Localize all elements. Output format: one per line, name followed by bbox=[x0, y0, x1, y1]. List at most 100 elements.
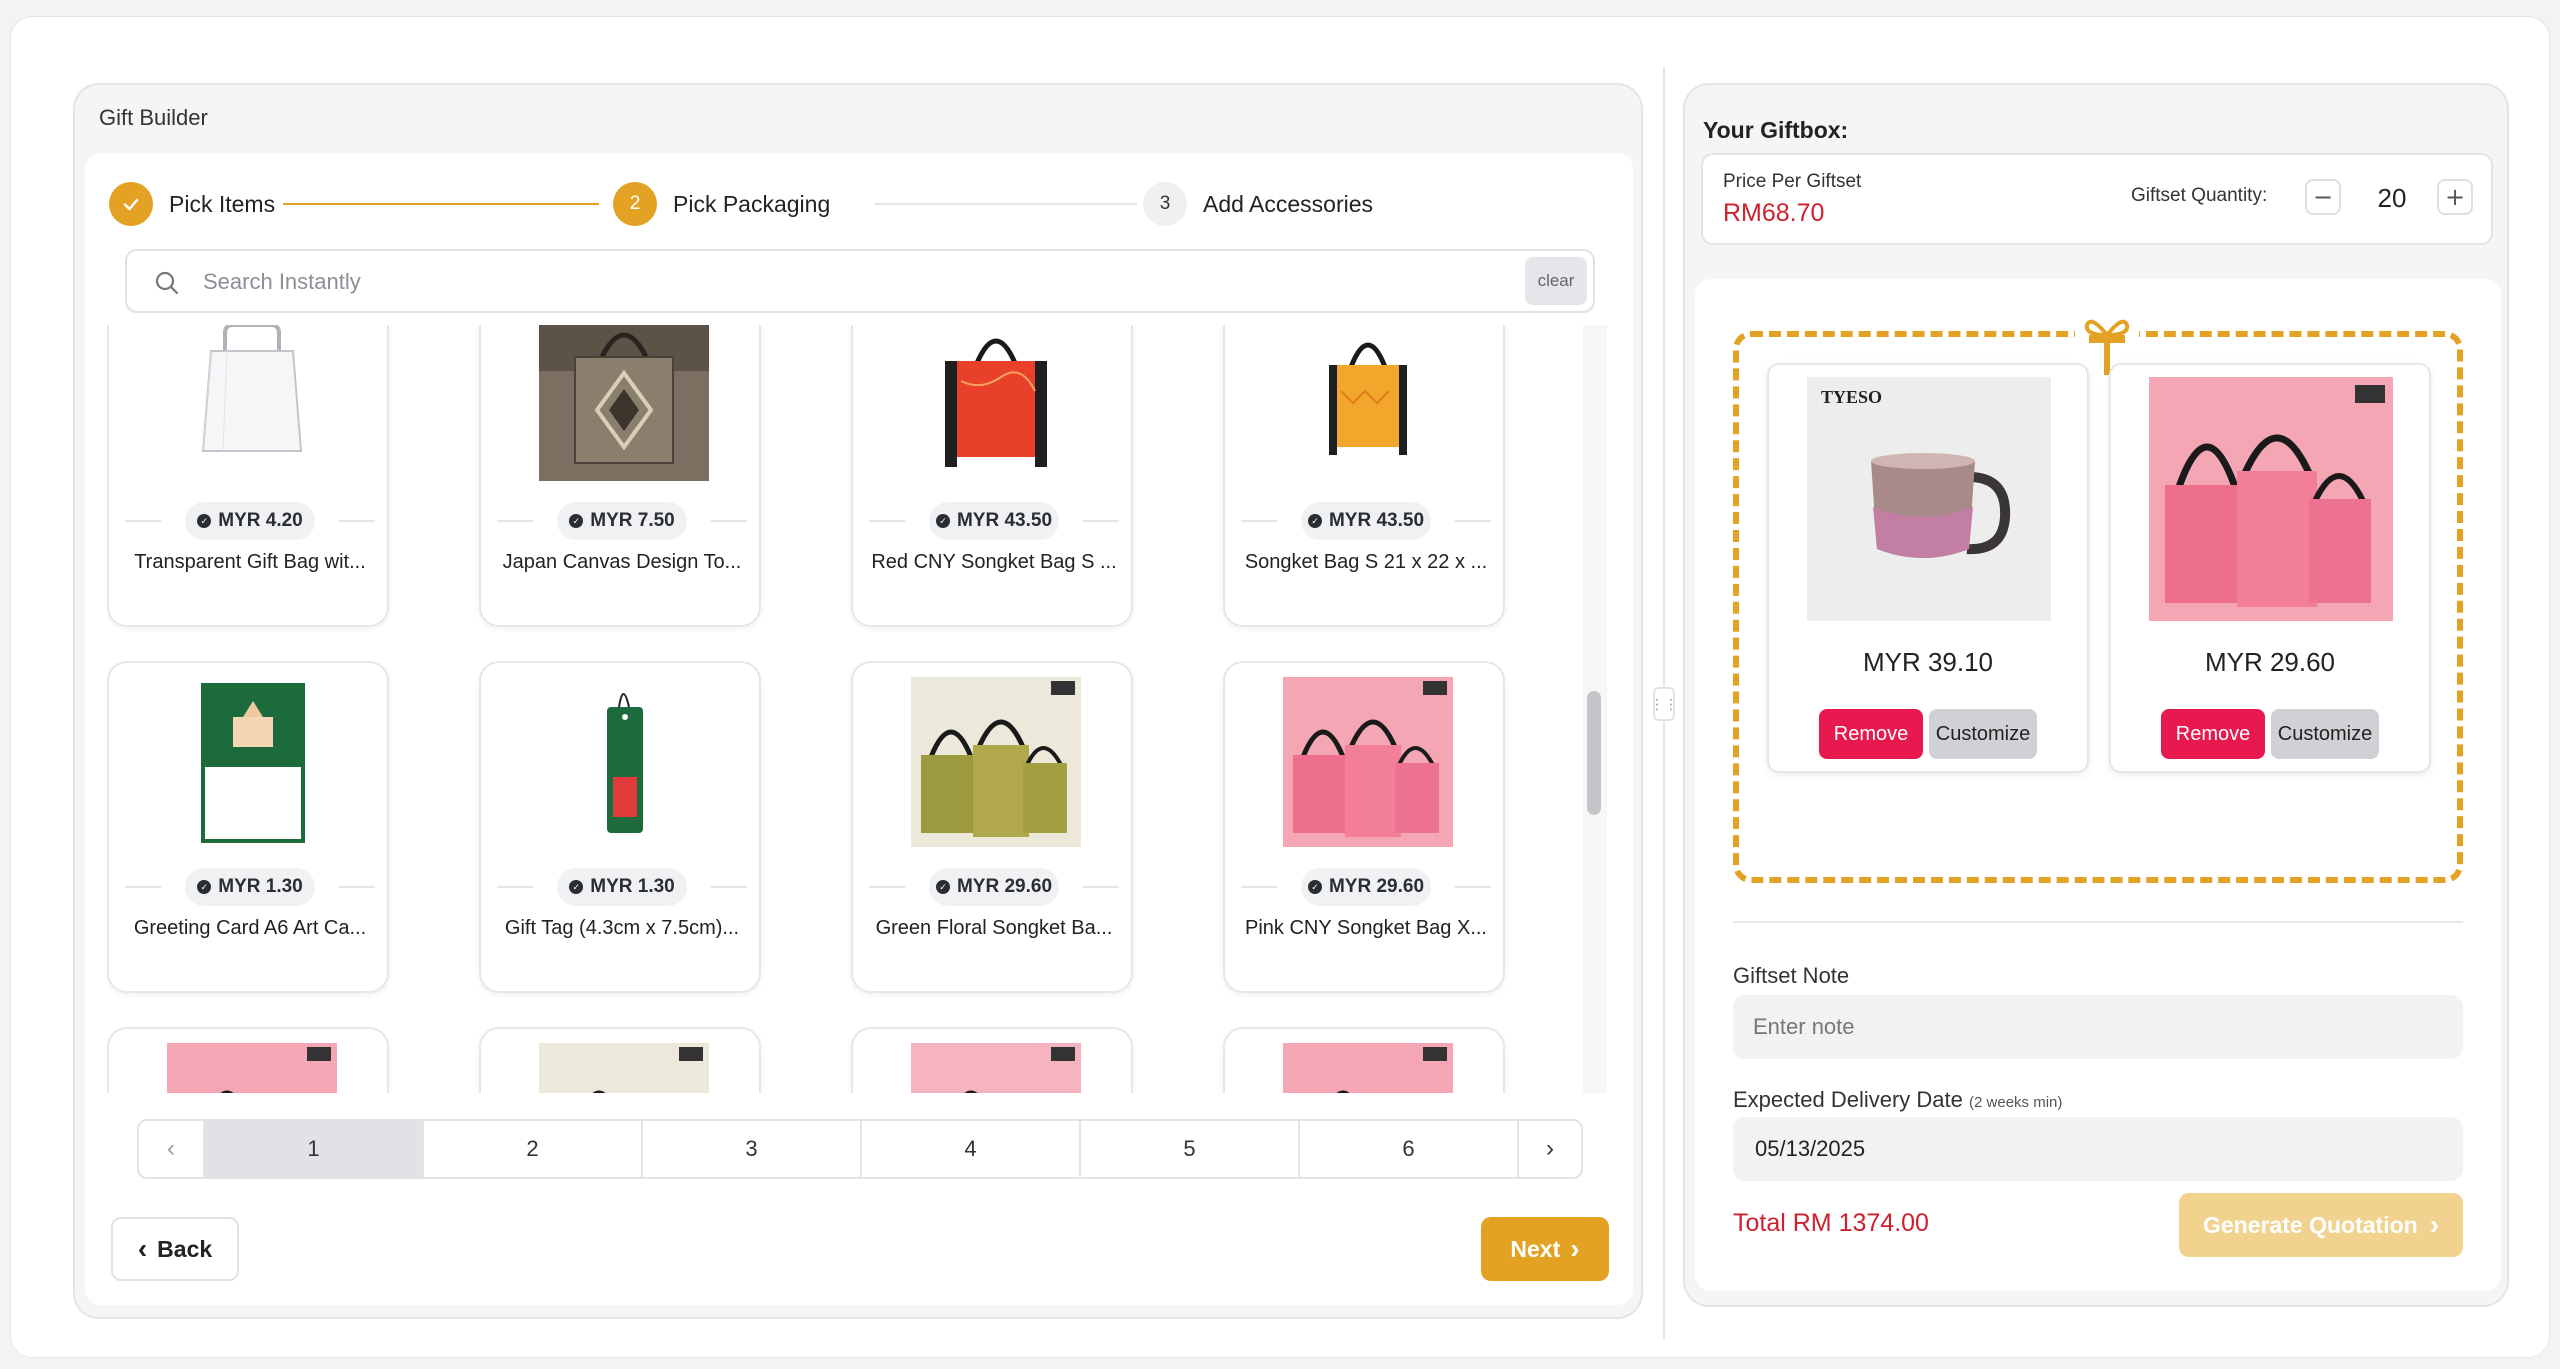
grid-scrollbar[interactable] bbox=[1583, 325, 1607, 1093]
product-card[interactable] bbox=[479, 1027, 761, 1093]
price-badge: ✓ MYR 29.60 bbox=[929, 868, 1059, 906]
price-row: ✓ MYR 1.30 bbox=[125, 868, 375, 906]
page-5[interactable]: 5 bbox=[1079, 1121, 1298, 1177]
generate-quotation-button[interactable]: Generate Quotation › bbox=[2179, 1193, 2463, 1257]
chevron-left-icon: ‹ bbox=[167, 1135, 175, 1162]
product-grid: ✓ MYR 4.20 Transparent Gift Bag wit... ✓… bbox=[107, 325, 1619, 1093]
item-price: MYR 39.10 bbox=[1862, 647, 1994, 677]
verified-icon: ✓ bbox=[1307, 880, 1322, 894]
price-per-giftset-label: Price Per Giftset bbox=[1723, 171, 1862, 192]
search-icon bbox=[155, 271, 179, 295]
prev-page-button[interactable]: ‹ bbox=[139, 1121, 203, 1177]
page-2[interactable]: 2 bbox=[422, 1121, 641, 1177]
step-label: Add Accessories bbox=[1203, 190, 1374, 217]
next-button[interactable]: Next › bbox=[1481, 1217, 1609, 1281]
verified-icon: ✓ bbox=[197, 514, 212, 528]
step-add-accessories[interactable]: 3 Add Accessories bbox=[1143, 181, 1373, 227]
resize-handle-icon[interactable]: ⋮⋮ bbox=[1650, 687, 1678, 721]
price-row: ✓ MYR 43.50 bbox=[869, 502, 1119, 540]
price-badge: ✓ MYR 1.30 bbox=[185, 868, 315, 906]
chevron-right-icon: › bbox=[1546, 1135, 1554, 1162]
giftset-quantity-label: Giftset Quantity: bbox=[2131, 185, 2268, 206]
back-label: Back bbox=[157, 1235, 213, 1262]
increase-quantity-button[interactable]: + bbox=[2437, 179, 2473, 215]
delivery-date-input[interactable] bbox=[1733, 1117, 2463, 1181]
generate-quotation-label: Generate Quotation bbox=[2202, 1211, 2418, 1238]
back-button[interactable]: ‹ Back bbox=[111, 1217, 239, 1281]
app-window: Gift Builder Pick Items 2 Pick Packaging bbox=[10, 16, 2550, 1358]
product-name: Greeting Card A6 Art Ca... bbox=[133, 917, 367, 939]
decrease-quantity-button[interactable]: − bbox=[2305, 179, 2341, 215]
product-name: Red CNY Songket Bag S ... bbox=[871, 551, 1117, 573]
price-row: ✓ MYR 7.50 bbox=[497, 502, 747, 540]
pagination: ‹ 1 2 3 4 5 6 › bbox=[137, 1119, 1583, 1179]
price-per-giftset-value: RM68.70 bbox=[1723, 199, 1825, 227]
search-input[interactable] bbox=[203, 263, 1503, 301]
page-4[interactable]: 4 bbox=[860, 1121, 1079, 1177]
verified-icon: ✓ bbox=[935, 514, 950, 528]
product-card[interactable]: ✓ MYR 1.30 Gift Tag (4.3cm x 7.5cm)... bbox=[479, 661, 761, 993]
step-pick-items[interactable]: Pick Items bbox=[109, 181, 275, 227]
delivery-date-label: Expected Delivery Date (2 weeks min) bbox=[1733, 1087, 2063, 1112]
page-6[interactable]: 6 bbox=[1298, 1121, 1517, 1177]
giftbox-panel: Your Giftbox: Price Per Giftset RM68.70 … bbox=[1683, 83, 2509, 1307]
product-card[interactable]: ✓ MYR 29.60 Green Floral Songket Ba... bbox=[851, 661, 1133, 993]
remove-button[interactable]: Remove bbox=[2161, 709, 2265, 759]
next-label: Next bbox=[1510, 1235, 1561, 1262]
pink-songket-bag-image bbox=[1283, 677, 1453, 847]
product-name: Green Floral Songket Ba... bbox=[875, 917, 1113, 939]
pink-bag-image bbox=[1283, 1043, 1453, 1093]
product-card[interactable] bbox=[1223, 1027, 1505, 1093]
product-card[interactable]: ✓ MYR 43.50 Red CNY Songket Bag S ... bbox=[851, 325, 1133, 627]
giftset-quantity-value[interactable]: 20 bbox=[2367, 183, 2417, 214]
giftbox-item: TYESO MYR 39.10 Remove Customize bbox=[1767, 363, 2089, 773]
brand-logo: TYESO bbox=[1821, 387, 1882, 407]
gift-builder-panel: Gift Builder Pick Items 2 Pick Packaging bbox=[73, 83, 1643, 1319]
giftset-note-input[interactable] bbox=[1733, 995, 2463, 1059]
product-name: Songket Bag S 21 x 22 x ... bbox=[1244, 551, 1488, 573]
clear-button[interactable]: clear bbox=[1525, 257, 1587, 305]
product-card[interactable] bbox=[851, 1027, 1133, 1093]
step-pick-packaging[interactable]: 2 Pick Packaging bbox=[613, 181, 830, 227]
product-card[interactable]: ✓ MYR 29.60 Pink CNY Songket Bag X... bbox=[1223, 661, 1505, 993]
step-number: 3 bbox=[1143, 182, 1187, 226]
next-page-button[interactable]: › bbox=[1517, 1121, 1581, 1177]
price-row: ✓ MYR 1.30 bbox=[497, 868, 747, 906]
price-badge: ✓ MYR 29.60 bbox=[1301, 868, 1431, 906]
verified-icon: ✓ bbox=[1307, 514, 1322, 528]
giftbox-title: Your Giftbox: bbox=[1703, 117, 1849, 143]
product-card[interactable]: ✓ MYR 43.50 Songket Bag S 21 x 22 x ... bbox=[1223, 325, 1505, 627]
scroll-thumb[interactable] bbox=[1587, 691, 1601, 815]
giftbox-dropzone[interactable]: TYESO MYR 39.10 Remove Customize MYR 29.… bbox=[1733, 311, 2463, 883]
price-badge: ✓ MYR 43.50 bbox=[1301, 502, 1431, 540]
plus-icon: + bbox=[2444, 183, 2466, 211]
builder-content: Pick Items 2 Pick Packaging 3 Add Access… bbox=[85, 153, 1633, 1305]
giftset-note-label: Giftset Note bbox=[1733, 963, 1850, 988]
verified-icon: ✓ bbox=[935, 880, 950, 894]
customize-button[interactable]: Customize bbox=[2271, 709, 2379, 759]
product-card[interactable] bbox=[107, 1027, 389, 1093]
page-1[interactable]: 1 bbox=[203, 1121, 422, 1177]
price-row: ✓ MYR 29.60 bbox=[1241, 868, 1491, 906]
product-card[interactable]: ✓ MYR 4.20 Transparent Gift Bag wit... bbox=[107, 325, 389, 627]
page-3[interactable]: 3 bbox=[641, 1121, 860, 1177]
section-divider bbox=[1733, 921, 2463, 923]
pink-songket-bag-image bbox=[2149, 377, 2393, 621]
price-badge: ✓ MYR 4.20 bbox=[185, 502, 315, 540]
cream-bag-image bbox=[539, 1043, 709, 1093]
canvas-tote-image bbox=[539, 325, 709, 481]
product-card[interactable]: ✓ MYR 1.30 Greeting Card A6 Art Ca... bbox=[107, 661, 389, 993]
remove-button[interactable]: Remove bbox=[1819, 709, 1923, 759]
step-label: Pick Packaging bbox=[673, 190, 831, 217]
product-card[interactable]: ✓ MYR 7.50 Japan Canvas Design To... bbox=[479, 325, 761, 627]
customize-button[interactable]: Customize bbox=[1929, 709, 2037, 759]
price-badge: ✓ MYR 1.30 bbox=[557, 868, 687, 906]
step-connector bbox=[283, 203, 599, 205]
product-name: Pink CNY Songket Bag X... bbox=[1245, 917, 1487, 939]
giftset-summary: Price Per Giftset RM68.70 Giftset Quanti… bbox=[1701, 153, 2493, 245]
giftbox-item: MYR 29.60 Remove Customize bbox=[2109, 363, 2431, 773]
total-price: Total RM 1374.00 bbox=[1733, 1209, 1929, 1237]
greeting-card-image bbox=[167, 677, 337, 847]
pink-bag-image bbox=[911, 1043, 1081, 1093]
step-label: Pick Items bbox=[169, 190, 276, 217]
